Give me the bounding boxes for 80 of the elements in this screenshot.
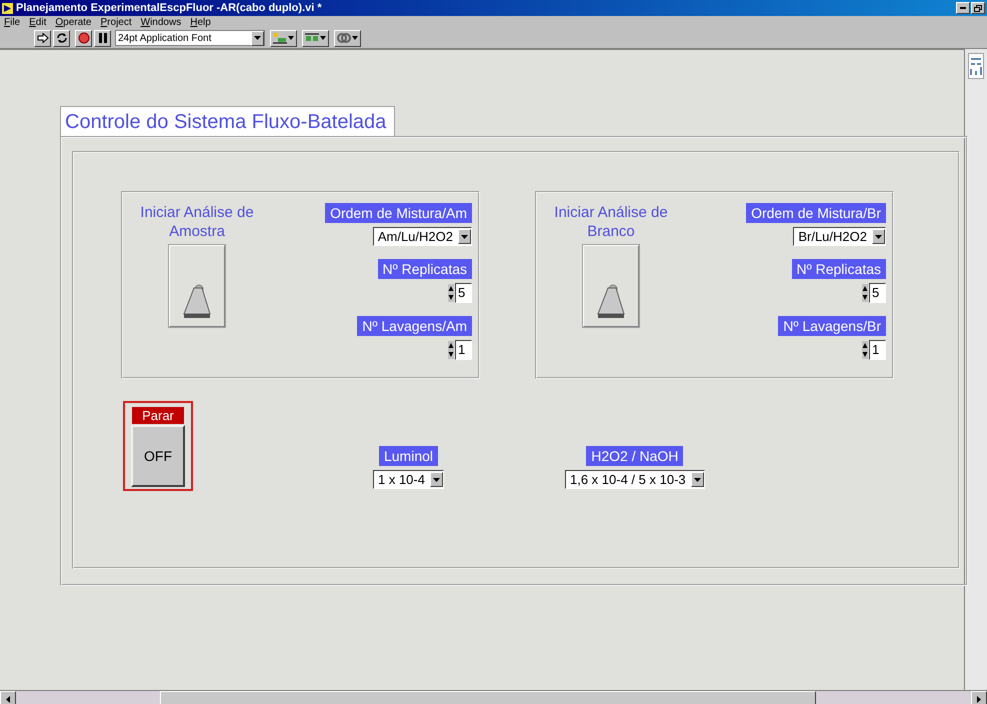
pause-icon <box>98 33 106 43</box>
numeric-field[interactable]: 1 <box>869 340 886 360</box>
dropdown-value: 1 x 10-4 <box>378 472 426 487</box>
caret-icon <box>288 36 294 40</box>
caret-icon <box>320 36 326 40</box>
dropdown-arrow-button[interactable] <box>458 229 471 244</box>
increment-arrows-icon[interactable] <box>448 341 454 359</box>
stop-label: Parar <box>132 407 184 424</box>
run-button[interactable] <box>34 30 51 46</box>
dropdown-arrow-button[interactable] <box>430 472 443 487</box>
control-label: Luminol <box>378 446 438 466</box>
dropdown-arrow-button[interactable] <box>872 229 885 244</box>
reorder-dropdown[interactable] <box>334 30 361 46</box>
dropdown-arrow-button[interactable] <box>690 472 704 487</box>
menu-item[interactable]: Project <box>100 16 132 28</box>
numeric-field[interactable]: 5 <box>455 283 472 303</box>
window-title: Planejamento ExperimentalEscpFluor -AR(cabo duplo).vi * <box>16 2 323 14</box>
menu-item[interactable]: Help <box>190 16 211 28</box>
dropdown-value: Am/Lu/H2O2 <box>378 229 454 244</box>
stop-circle-icon <box>78 32 90 44</box>
arrow-icon <box>36 33 48 43</box>
caret-icon <box>254 36 261 40</box>
rings-icon <box>337 32 351 44</box>
minimize-icon <box>960 7 966 9</box>
panel-title: Controle do Sistema Fluxo-Batelada <box>60 106 396 137</box>
numeric-field[interactable]: 1 <box>455 340 472 360</box>
numeric-field[interactable]: 5 <box>869 283 886 303</box>
caret-icon <box>694 478 701 482</box>
align-objects-icon <box>273 32 287 44</box>
ring-dropdown[interactable]: Am/Lu/H2O2 <box>372 227 472 246</box>
app-icon <box>2 2 13 14</box>
align-dropdown[interactable] <box>270 30 297 46</box>
control-label: H2O2 / NaOH <box>586 446 684 466</box>
section-caption: Iniciar Análise de Branco <box>553 203 669 241</box>
abort-button[interactable] <box>75 30 92 46</box>
left-arrow-icon <box>6 696 10 702</box>
caret-icon <box>461 234 468 238</box>
font-dropdown[interactable]: 24pt Application Font <box>115 30 265 46</box>
menu-item[interactable]: Operate <box>55 16 92 28</box>
restore-icon <box>974 4 982 12</box>
ring-dropdown[interactable]: Br/Lu/H2O2 <box>793 227 886 246</box>
run-continuously-button[interactable] <box>53 30 70 46</box>
font-name: 24pt Application Font <box>118 32 212 44</box>
restore-button[interactable] <box>971 2 985 14</box>
control-label: Ordem de Mistura/Am <box>325 203 472 223</box>
section-caption: Iniciar Análise de Amostra <box>139 203 255 241</box>
increment-arrows-icon[interactable] <box>862 341 868 359</box>
control-label: Nº Lavagens/Am <box>357 316 472 336</box>
control-label: Nº Replicatas <box>378 259 472 279</box>
ring-dropdown[interactable]: 1 x 10-4 <box>373 470 444 489</box>
toggle-lever-icon <box>597 284 625 320</box>
toggle-lever-icon <box>183 284 211 320</box>
toggle-switch[interactable] <box>583 245 639 327</box>
stop-button[interactable]: OFF <box>131 425 185 487</box>
control-label: Ordem de Mistura/Br <box>746 203 886 223</box>
minimize-button[interactable] <box>956 2 970 14</box>
pause-button[interactable] <box>94 30 111 46</box>
caret-icon <box>875 234 882 238</box>
palette-icon[interactable] <box>968 53 984 79</box>
distribute-objects-icon <box>305 32 319 44</box>
caret-icon <box>352 36 358 40</box>
menu-item[interactable]: Windows <box>140 16 182 28</box>
toggle-switch[interactable] <box>169 245 225 327</box>
dropdown-value: 1,6 x 10-4 / 5 x 10-3 <box>570 472 687 487</box>
increment-arrows-icon[interactable] <box>862 284 868 302</box>
increment-arrows-icon[interactable] <box>448 284 454 302</box>
control-label: Nº Lavagens/Br <box>778 316 886 336</box>
scroll-right-button[interactable] <box>971 691 987 704</box>
caret-icon <box>432 478 440 482</box>
scrollbar-thumb[interactable] <box>160 691 816 704</box>
scroll-left-button[interactable] <box>0 691 16 704</box>
loop-arrows-icon <box>56 32 68 44</box>
dropdown-arrow-button[interactable] <box>251 30 264 46</box>
menu-item[interactable]: File <box>4 16 20 28</box>
menu-item[interactable]: Edit <box>29 16 46 28</box>
right-arrow-icon <box>977 696 981 702</box>
dropdown-value: Br/Lu/H2O2 <box>798 229 868 244</box>
control-label: Nº Replicatas <box>792 259 886 279</box>
distribute-dropdown[interactable] <box>302 30 329 46</box>
ring-dropdown[interactable]: 1,6 x 10-4 / 5 x 10-3 <box>565 470 705 489</box>
